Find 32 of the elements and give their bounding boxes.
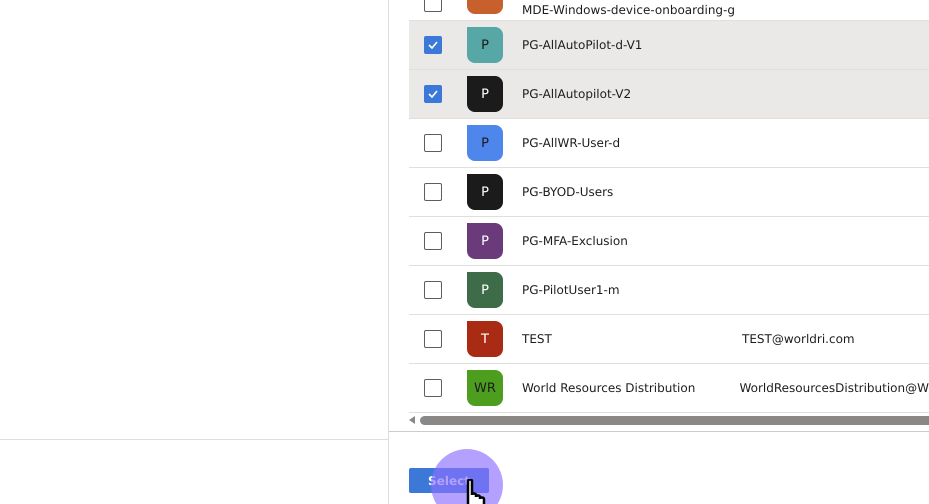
checkbox[interactable]	[424, 85, 442, 103]
group-name: TEST	[522, 332, 553, 346]
checkbox[interactable]	[424, 379, 442, 397]
group-name: MDE-Windows-device-onboarding-g	[522, 3, 736, 17]
scroll-left-icon[interactable]	[409, 416, 416, 424]
email-address: WorldResourcesDistribution@W	[739, 381, 929, 395]
scrollbar-thumb[interactable]	[420, 416, 929, 424]
checkbox[interactable]	[424, 134, 442, 152]
avatar: P	[467, 125, 503, 161]
avatar: WR	[467, 370, 503, 406]
avatar: P	[467, 76, 503, 112]
avatar: P	[467, 223, 503, 259]
checkbox[interactable]	[424, 281, 442, 299]
checkbox[interactable]	[424, 0, 442, 12]
checkbox[interactable]	[424, 183, 442, 201]
checkbox[interactable]	[424, 330, 442, 348]
group-name: PG-BYOD-Users	[522, 185, 614, 199]
group-name: PG-AllWR-User-d	[522, 136, 622, 150]
avatar: P	[467, 27, 503, 63]
checkbox[interactable]	[424, 232, 442, 250]
group-name: PG-AllAutopilot-V2	[522, 87, 632, 101]
group-name: World Resources Distribution	[522, 381, 696, 395]
avatar: T	[467, 321, 503, 357]
avatar: P	[467, 272, 503, 308]
group-name: PG-AllAutoPilot-d-V1	[522, 38, 644, 52]
group-name: PG-MFA-Exclusion	[522, 234, 629, 248]
email-address: TEST@worldri.com	[742, 332, 855, 346]
group-name: PG-PilotUser1-m	[522, 283, 621, 297]
checkbox[interactable]	[424, 36, 442, 54]
avatar: P	[467, 174, 503, 210]
checkmark-icon	[428, 41, 438, 49]
checkmark-icon	[428, 90, 438, 98]
